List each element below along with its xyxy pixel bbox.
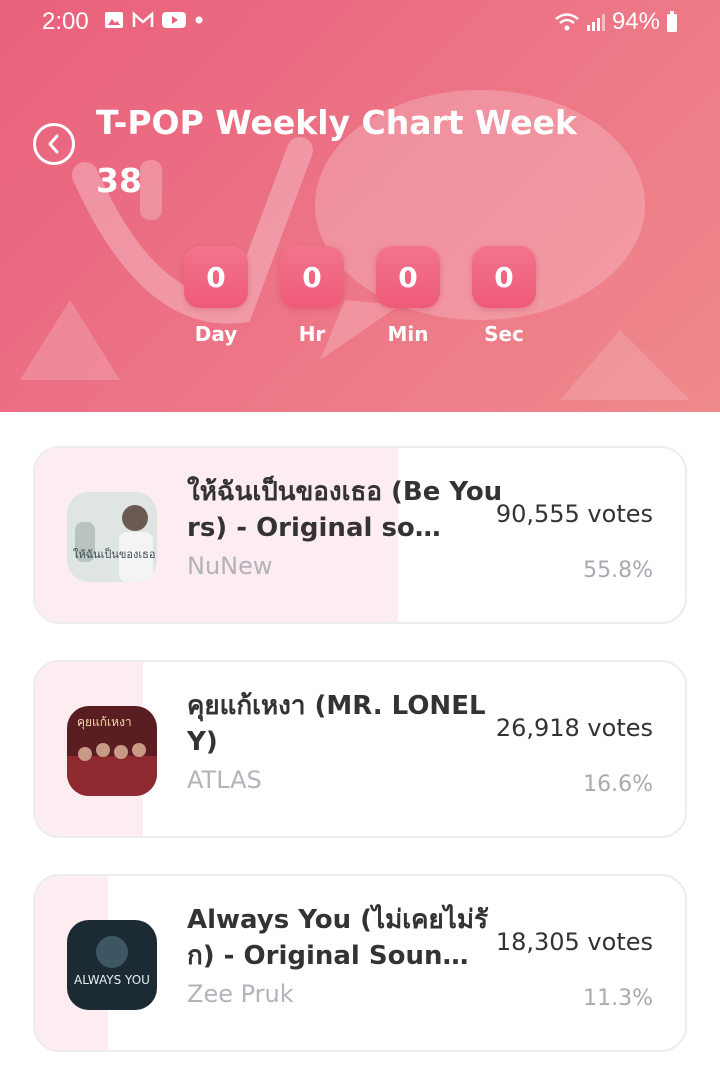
album-cover: คุยแก้เหงา [67, 706, 157, 796]
chart-header: 2:00 94% T-POP Weekly Chart Week 38 0 Da… [0, 0, 720, 412]
notification-dot-icon [195, 16, 203, 24]
artist-name: ATLAS [187, 766, 262, 794]
vote-count: 90,555 votes [495, 500, 653, 528]
countdown-minute: 0 Min [376, 246, 440, 346]
song-title: คุยแก้เหงา (MR. LONELY) [187, 691, 486, 757]
vote-percent: 16.6% [583, 772, 653, 797]
youtube-icon [162, 12, 186, 28]
countdown-label: Sec [484, 322, 524, 346]
gallery-icon [105, 12, 123, 28]
chart-entry-card[interactable]: ให้ฉันเป็นของเธอ ให้ฉันเป็นของเธอ (Be Yo… [33, 446, 687, 624]
vote-percent: 55.8% [583, 558, 653, 583]
album-cover-text: คุยแก้เหงา [77, 715, 132, 730]
countdown-second: 0 Sec [472, 246, 536, 346]
countdown-value: 0 [184, 246, 248, 308]
album-cover: ALWAYS YOU [67, 920, 157, 1010]
back-button[interactable] [33, 123, 75, 165]
status-bar: 2:00 94% [0, 0, 720, 46]
album-cover: ให้ฉันเป็นของเธอ [67, 492, 157, 582]
countdown-value: 0 [376, 246, 440, 308]
chevron-left-icon [48, 134, 59, 154]
mail-icon [132, 11, 154, 27]
countdown-day: 0 Day [184, 246, 248, 346]
chart-entry-card[interactable]: ALWAYS YOU Always You (ไม่เคยไม่รัก) - O… [33, 874, 687, 1052]
status-time: 2:00 [42, 8, 89, 35]
countdown-label: Hr [298, 322, 326, 346]
album-cover-text: ให้ฉันเป็นของเธอ [73, 547, 155, 561]
page-title: T-POP Weekly Chart Week 38 [96, 103, 577, 200]
countdown-label: Min [387, 322, 429, 346]
artist-name: Zee Pruk [187, 980, 294, 1008]
countdown-hour: 0 Hr [280, 246, 344, 346]
song-title: Always You (ไม่เคยไม่รัก) - Original Sou… [187, 905, 488, 971]
battery-percent: 94% [611, 8, 660, 35]
vote-count: 26,918 votes [495, 714, 653, 742]
wifi-icon [555, 13, 579, 31]
vote-count: 18,305 votes [495, 928, 653, 956]
countdown-value: 0 [280, 246, 344, 308]
signal-icon [586, 14, 605, 31]
countdown-value: 0 [472, 246, 536, 308]
battery-icon [667, 11, 677, 32]
countdown-label: Day [194, 322, 238, 346]
vote-percent: 11.3% [583, 986, 653, 1011]
album-cover-text: ALWAYS YOU [74, 973, 150, 987]
artist-name: NuNew [187, 552, 273, 580]
song-title: ให้ฉันเป็นของเธอ (Be Yours) - Original s… [187, 477, 503, 543]
chart-entry-card[interactable]: คุยแก้เหงา คุยแก้เหงา (MR. LONELY) ATLAS… [33, 660, 687, 838]
